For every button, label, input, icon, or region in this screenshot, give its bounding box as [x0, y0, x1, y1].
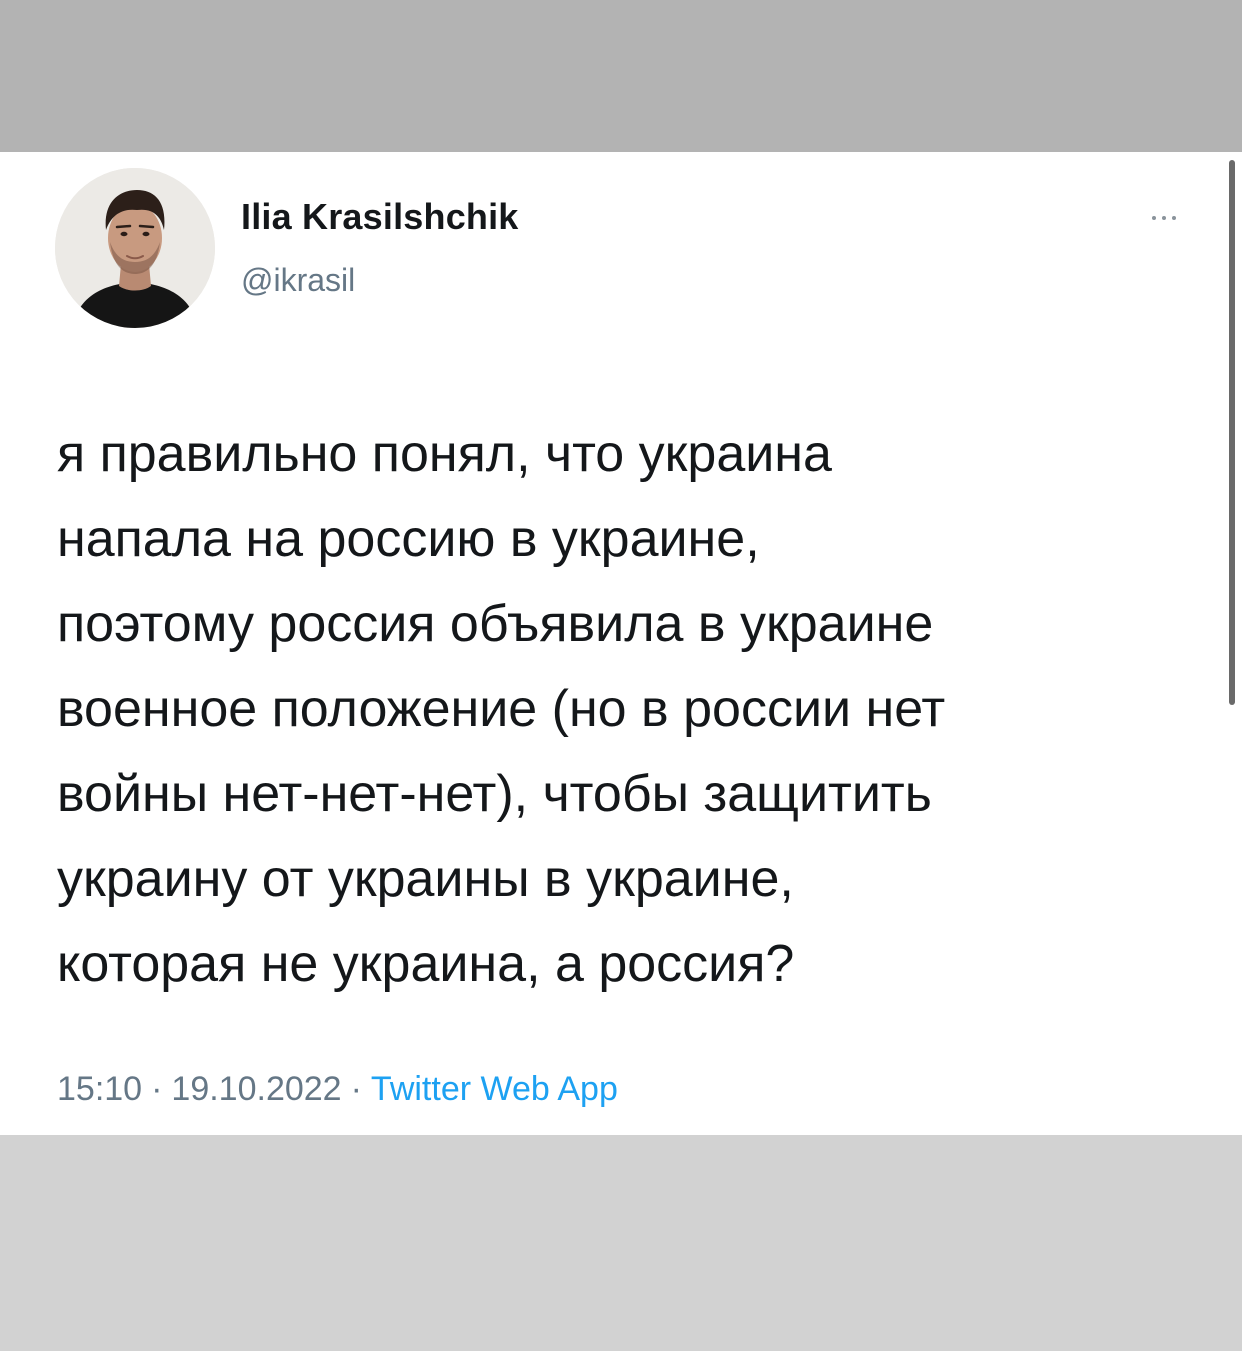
- meta-separator: ·: [151, 1070, 163, 1108]
- author-name[interactable]: Ilia Krasilshchik: [241, 196, 519, 238]
- screen-bottom-band: [0, 1135, 1242, 1351]
- meta-separator: ·: [350, 1070, 362, 1108]
- more-horizontal-icon: [1152, 216, 1156, 220]
- screen-top-band: [0, 0, 1242, 152]
- author-handle[interactable]: @ikrasil: [241, 262, 355, 299]
- more-horizontal-icon-dot: [1162, 216, 1166, 220]
- tweet-text: я правильно понял, что украина напала на…: [57, 425, 946, 993]
- avatar[interactable]: [55, 168, 215, 328]
- scrollbar[interactable]: [1229, 160, 1235, 705]
- more-options-button[interactable]: [1140, 208, 1188, 228]
- tweet-meta: 15:10 · 19.10.2022 · Twitter Web App: [57, 1070, 618, 1109]
- tweet-source-link[interactable]: Twitter Web App: [371, 1070, 618, 1108]
- tweet-time[interactable]: 15:10: [57, 1070, 142, 1108]
- avatar-photo: [55, 168, 215, 328]
- tweet-date[interactable]: 19.10.2022: [171, 1070, 341, 1108]
- more-horizontal-icon-dot: [1172, 216, 1176, 220]
